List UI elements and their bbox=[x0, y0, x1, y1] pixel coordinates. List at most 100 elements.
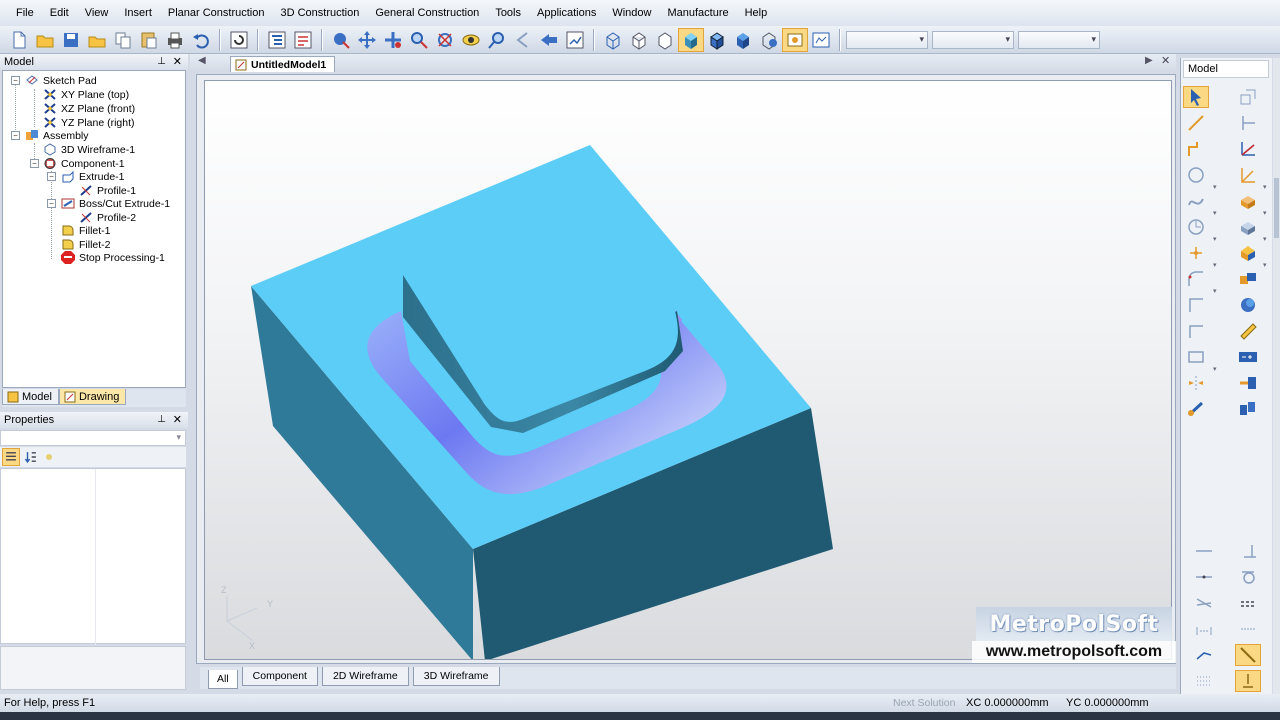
menu-view[interactable]: View bbox=[77, 0, 117, 26]
tree-item-xy-plane[interactable]: XY Plane (top) bbox=[43, 88, 129, 101]
tab-component[interactable]: Component bbox=[241, 667, 318, 686]
tab-drawing[interactable]: Drawing bbox=[58, 389, 127, 405]
menu-insert[interactable]: Insert bbox=[116, 0, 160, 26]
tab-2d-wireframe[interactable]: 2D Wireframe bbox=[321, 667, 409, 686]
dropdown-arrow-icon[interactable]: ▾ bbox=[1213, 365, 1217, 373]
circle-tool-button[interactable] bbox=[1183, 164, 1209, 186]
color-select[interactable] bbox=[932, 30, 1014, 49]
tree-item-xz-plane[interactable]: XZ Plane (front) bbox=[43, 102, 135, 115]
tab-3d-wireframe[interactable]: 3D Wireframe bbox=[412, 667, 500, 686]
equal-constraint-button[interactable] bbox=[1235, 592, 1261, 614]
expander-component[interactable]: − bbox=[30, 159, 39, 168]
view-options-button[interactable] bbox=[808, 28, 834, 52]
save-button[interactable] bbox=[58, 28, 84, 52]
model-tree-button[interactable] bbox=[264, 28, 290, 52]
section-view-button[interactable] bbox=[756, 28, 782, 52]
boolean-tool-button[interactable] bbox=[1235, 268, 1261, 290]
hidden-line-view-button[interactable] bbox=[626, 28, 652, 52]
property-pages-button[interactable] bbox=[42, 448, 56, 466]
tab-all[interactable]: All bbox=[208, 670, 238, 689]
tree-item-component[interactable]: Component-1 bbox=[43, 157, 125, 170]
dropdown-arrow-icon[interactable]: ▾ bbox=[1213, 287, 1217, 295]
tree-item-yz-plane[interactable]: YZ Plane (right) bbox=[43, 116, 135, 129]
perpendicular-constraint-button[interactable] bbox=[1235, 540, 1261, 562]
fillet-sketch-button[interactable] bbox=[1183, 268, 1209, 290]
dimension-constraint-button[interactable] bbox=[1191, 618, 1217, 640]
document-tab[interactable]: UntitledModel1 bbox=[230, 56, 336, 72]
menu-window[interactable]: Window bbox=[604, 0, 659, 26]
menu-3d-construction[interactable]: 3D Construction bbox=[272, 0, 367, 26]
snap-point-button[interactable] bbox=[1235, 670, 1261, 692]
view-direction-button[interactable] bbox=[536, 28, 562, 52]
polyline-tool-button[interactable] bbox=[1183, 138, 1209, 160]
tangent-constraint-button[interactable] bbox=[1235, 566, 1261, 588]
intersect-constraint-button[interactable] bbox=[1191, 592, 1217, 614]
next-solution-button[interactable]: Next Solution bbox=[893, 694, 955, 712]
properties-object-select[interactable] bbox=[0, 430, 186, 446]
shell-tool-button[interactable] bbox=[1235, 294, 1261, 316]
zoom-button[interactable] bbox=[406, 28, 432, 52]
dropdown-arrow-icon[interactable]: ▾ bbox=[1263, 235, 1267, 243]
open-file-button[interactable] bbox=[32, 28, 58, 52]
scroll-left-icon[interactable]: ◀ bbox=[198, 55, 206, 66]
paste-button[interactable] bbox=[136, 28, 162, 52]
trim-tool-button[interactable] bbox=[1183, 320, 1209, 342]
tab-model[interactable]: Model bbox=[2, 389, 59, 405]
revolve-tool-button[interactable] bbox=[1235, 216, 1261, 238]
rectangle-tool-button[interactable] bbox=[1183, 346, 1209, 368]
properties-grid[interactable] bbox=[0, 468, 186, 645]
dropdown-arrow-icon[interactable]: ▾ bbox=[1263, 183, 1267, 191]
scrollbar-thumb[interactable] bbox=[1274, 178, 1279, 238]
right-panel-scrollbar[interactable] bbox=[1273, 58, 1280, 698]
orbit-button[interactable] bbox=[458, 28, 484, 52]
expander-boss-cut[interactable]: − bbox=[47, 199, 56, 208]
dropdown-arrow-icon[interactable]: ▾ bbox=[1213, 261, 1217, 269]
extrude-tool-button[interactable] bbox=[1235, 190, 1261, 212]
tree-item-boss-cut-extrude[interactable]: Boss/Cut Extrude-1 bbox=[61, 197, 170, 210]
grid-snap-button[interactable] bbox=[1191, 670, 1217, 692]
menu-planar-construction[interactable]: Planar Construction bbox=[160, 0, 273, 26]
refresh-button[interactable] bbox=[226, 28, 252, 52]
tree-item-fillet-2[interactable]: Fillet-2 bbox=[61, 238, 111, 251]
zoom-fit-button[interactable] bbox=[484, 28, 510, 52]
spline-tool-button[interactable] bbox=[1183, 190, 1209, 212]
view-settings-button[interactable] bbox=[562, 28, 588, 52]
wireframe-view-button[interactable] bbox=[600, 28, 626, 52]
axis-tool-button[interactable] bbox=[1235, 138, 1261, 160]
menu-tools[interactable]: Tools bbox=[487, 0, 529, 26]
alphabetical-button[interactable] bbox=[22, 448, 40, 466]
dimension-tool-button[interactable] bbox=[1235, 112, 1261, 134]
move-button[interactable] bbox=[354, 28, 380, 52]
rotate-button[interactable] bbox=[432, 28, 458, 52]
outline-view-button[interactable] bbox=[652, 28, 678, 52]
coordinate-tool-button[interactable] bbox=[1235, 164, 1261, 186]
solid-tool-button[interactable] bbox=[1235, 242, 1261, 264]
coincident-constraint-button[interactable] bbox=[1191, 566, 1217, 588]
line-tool-button[interactable] bbox=[1183, 112, 1209, 134]
menu-general-construction[interactable]: General Construction bbox=[367, 0, 487, 26]
auto-constraint-button[interactable] bbox=[1235, 644, 1261, 666]
render-button[interactable] bbox=[782, 27, 808, 52]
properties-button[interactable] bbox=[290, 28, 316, 52]
layer-select[interactable] bbox=[846, 30, 928, 49]
tree-item-3d-wireframe[interactable]: 3D Wireframe-1 bbox=[43, 143, 135, 156]
dropdown-arrow-icon[interactable]: ▾ bbox=[1263, 261, 1267, 269]
shaded-edges-view-button[interactable] bbox=[704, 28, 730, 52]
menu-file[interactable]: File bbox=[8, 0, 42, 26]
copy-button[interactable] bbox=[110, 28, 136, 52]
select-tool-button[interactable] bbox=[328, 28, 354, 52]
tree-item-profile-2[interactable]: Profile-2 bbox=[79, 211, 136, 224]
offset-tool-button[interactable] bbox=[1183, 294, 1209, 316]
expander-sketch-pad[interactable]: − bbox=[11, 76, 20, 85]
tree-item-assembly[interactable]: Assembly bbox=[25, 129, 89, 142]
sketch-tool-button[interactable] bbox=[1235, 86, 1261, 108]
line-style-select[interactable] bbox=[1018, 30, 1100, 49]
tree-item-stop-processing[interactable]: Stop Processing-1 bbox=[61, 251, 165, 264]
previous-view-button[interactable] bbox=[510, 28, 536, 52]
tree-item-sketch-pad[interactable]: Sketch Pad bbox=[25, 74, 97, 87]
expander-assembly[interactable]: − bbox=[11, 131, 20, 140]
3d-viewport[interactable]: Z Y X bbox=[204, 80, 1172, 660]
realistic-view-button[interactable] bbox=[730, 28, 756, 52]
print-button[interactable] bbox=[162, 28, 188, 52]
xyz-constraint-button[interactable] bbox=[1235, 618, 1261, 640]
